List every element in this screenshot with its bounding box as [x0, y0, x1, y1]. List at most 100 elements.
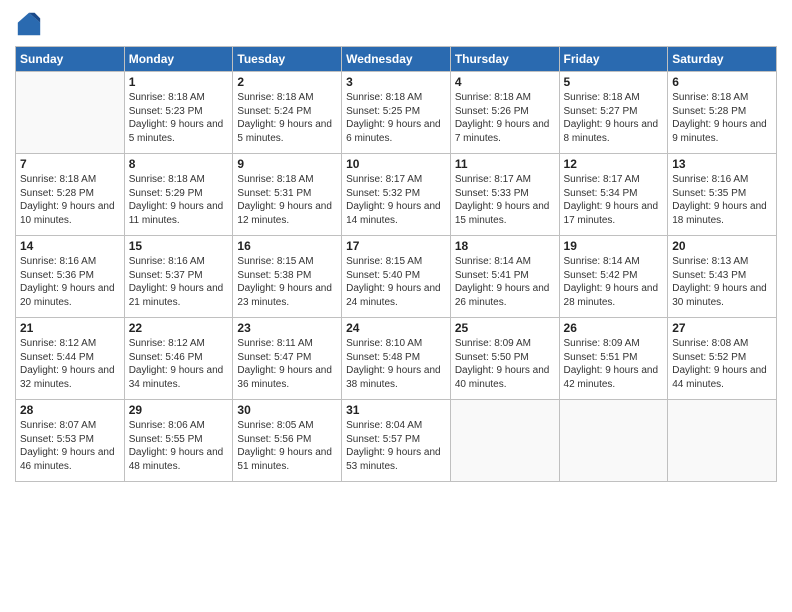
daylight-text-2: 5 minutes. [129, 132, 229, 146]
sunset-text: Sunset: 5:56 PM [237, 433, 337, 447]
calendar-cell: 19Sunrise: 8:14 AMSunset: 5:42 PMDayligh… [559, 236, 668, 318]
daylight-text: Daylight: 9 hours and [455, 200, 555, 214]
col-header-sunday: Sunday [16, 47, 125, 72]
daylight-text-2: 51 minutes. [237, 460, 337, 474]
day-number: 9 [237, 157, 337, 171]
sunset-text: Sunset: 5:42 PM [564, 269, 664, 283]
sunset-text: Sunset: 5:25 PM [346, 105, 446, 119]
calendar-cell: 8Sunrise: 8:18 AMSunset: 5:29 PMDaylight… [124, 154, 233, 236]
daylight-text: Daylight: 9 hours and [129, 282, 229, 296]
col-header-wednesday: Wednesday [342, 47, 451, 72]
daylight-text-2: 32 minutes. [20, 378, 120, 392]
daylight-text: Daylight: 9 hours and [564, 364, 664, 378]
daylight-text-2: 5 minutes. [237, 132, 337, 146]
sunrise-text: Sunrise: 8:18 AM [129, 91, 229, 105]
calendar-cell: 4Sunrise: 8:18 AMSunset: 5:26 PMDaylight… [450, 72, 559, 154]
sunrise-text: Sunrise: 8:15 AM [346, 255, 446, 269]
daylight-text-2: 18 minutes. [672, 214, 772, 228]
daylight-text: Daylight: 9 hours and [20, 446, 120, 460]
calendar-cell: 21Sunrise: 8:12 AMSunset: 5:44 PMDayligh… [16, 318, 125, 400]
sunset-text: Sunset: 5:36 PM [20, 269, 120, 283]
header-row: SundayMondayTuesdayWednesdayThursdayFrid… [16, 47, 777, 72]
day-number: 19 [564, 239, 664, 253]
sunset-text: Sunset: 5:57 PM [346, 433, 446, 447]
sunset-text: Sunset: 5:34 PM [564, 187, 664, 201]
calendar-cell [559, 400, 668, 482]
calendar-cell: 28Sunrise: 8:07 AMSunset: 5:53 PMDayligh… [16, 400, 125, 482]
sunrise-text: Sunrise: 8:14 AM [564, 255, 664, 269]
sunrise-text: Sunrise: 8:18 AM [455, 91, 555, 105]
sunrise-text: Sunrise: 8:16 AM [672, 173, 772, 187]
sunset-text: Sunset: 5:27 PM [564, 105, 664, 119]
day-number: 7 [20, 157, 120, 171]
col-header-tuesday: Tuesday [233, 47, 342, 72]
logo [15, 10, 47, 38]
day-number: 4 [455, 75, 555, 89]
calendar-cell: 9Sunrise: 8:18 AMSunset: 5:31 PMDaylight… [233, 154, 342, 236]
day-number: 17 [346, 239, 446, 253]
sunrise-text: Sunrise: 8:09 AM [455, 337, 555, 351]
daylight-text: Daylight: 9 hours and [564, 200, 664, 214]
calendar-cell: 24Sunrise: 8:10 AMSunset: 5:48 PMDayligh… [342, 318, 451, 400]
daylight-text: Daylight: 9 hours and [672, 282, 772, 296]
day-number: 29 [129, 403, 229, 417]
daylight-text: Daylight: 9 hours and [20, 200, 120, 214]
sunrise-text: Sunrise: 8:11 AM [237, 337, 337, 351]
day-number: 3 [346, 75, 446, 89]
sunset-text: Sunset: 5:35 PM [672, 187, 772, 201]
sunrise-text: Sunrise: 8:16 AM [20, 255, 120, 269]
day-number: 2 [237, 75, 337, 89]
day-number: 14 [20, 239, 120, 253]
calendar-cell: 30Sunrise: 8:05 AMSunset: 5:56 PMDayligh… [233, 400, 342, 482]
daylight-text: Daylight: 9 hours and [455, 364, 555, 378]
daylight-text-2: 6 minutes. [346, 132, 446, 146]
daylight-text-2: 30 minutes. [672, 296, 772, 310]
sunrise-text: Sunrise: 8:18 AM [237, 173, 337, 187]
sunrise-text: Sunrise: 8:18 AM [672, 91, 772, 105]
daylight-text: Daylight: 9 hours and [455, 118, 555, 132]
calendar-cell [668, 400, 777, 482]
daylight-text-2: 48 minutes. [129, 460, 229, 474]
sunrise-text: Sunrise: 8:14 AM [455, 255, 555, 269]
sunset-text: Sunset: 5:51 PM [564, 351, 664, 365]
calendar-cell: 18Sunrise: 8:14 AMSunset: 5:41 PMDayligh… [450, 236, 559, 318]
daylight-text-2: 23 minutes. [237, 296, 337, 310]
day-number: 12 [564, 157, 664, 171]
calendar-cell: 20Sunrise: 8:13 AMSunset: 5:43 PMDayligh… [668, 236, 777, 318]
sunset-text: Sunset: 5:33 PM [455, 187, 555, 201]
calendar-cell [16, 72, 125, 154]
sunset-text: Sunset: 5:28 PM [672, 105, 772, 119]
daylight-text-2: 40 minutes. [455, 378, 555, 392]
sunrise-text: Sunrise: 8:15 AM [237, 255, 337, 269]
sunset-text: Sunset: 5:28 PM [20, 187, 120, 201]
daylight-text-2: 46 minutes. [20, 460, 120, 474]
daylight-text: Daylight: 9 hours and [346, 282, 446, 296]
week-row-0: 1Sunrise: 8:18 AMSunset: 5:23 PMDaylight… [16, 72, 777, 154]
day-number: 15 [129, 239, 229, 253]
sunrise-text: Sunrise: 8:17 AM [564, 173, 664, 187]
daylight-text: Daylight: 9 hours and [237, 446, 337, 460]
daylight-text: Daylight: 9 hours and [346, 446, 446, 460]
calendar-cell: 3Sunrise: 8:18 AMSunset: 5:25 PMDaylight… [342, 72, 451, 154]
calendar-cell: 22Sunrise: 8:12 AMSunset: 5:46 PMDayligh… [124, 318, 233, 400]
day-number: 25 [455, 321, 555, 335]
daylight-text: Daylight: 9 hours and [672, 118, 772, 132]
sunset-text: Sunset: 5:55 PM [129, 433, 229, 447]
daylight-text: Daylight: 9 hours and [346, 364, 446, 378]
calendar-cell: 2Sunrise: 8:18 AMSunset: 5:24 PMDaylight… [233, 72, 342, 154]
sunset-text: Sunset: 5:52 PM [672, 351, 772, 365]
calendar-cell: 25Sunrise: 8:09 AMSunset: 5:50 PMDayligh… [450, 318, 559, 400]
day-number: 20 [672, 239, 772, 253]
daylight-text-2: 10 minutes. [20, 214, 120, 228]
day-number: 31 [346, 403, 446, 417]
header [15, 10, 777, 38]
daylight-text-2: 9 minutes. [672, 132, 772, 146]
day-number: 8 [129, 157, 229, 171]
col-header-monday: Monday [124, 47, 233, 72]
calendar-cell: 27Sunrise: 8:08 AMSunset: 5:52 PMDayligh… [668, 318, 777, 400]
daylight-text: Daylight: 9 hours and [129, 446, 229, 460]
daylight-text: Daylight: 9 hours and [20, 364, 120, 378]
day-number: 23 [237, 321, 337, 335]
sunrise-text: Sunrise: 8:17 AM [346, 173, 446, 187]
logo-icon [15, 10, 43, 38]
